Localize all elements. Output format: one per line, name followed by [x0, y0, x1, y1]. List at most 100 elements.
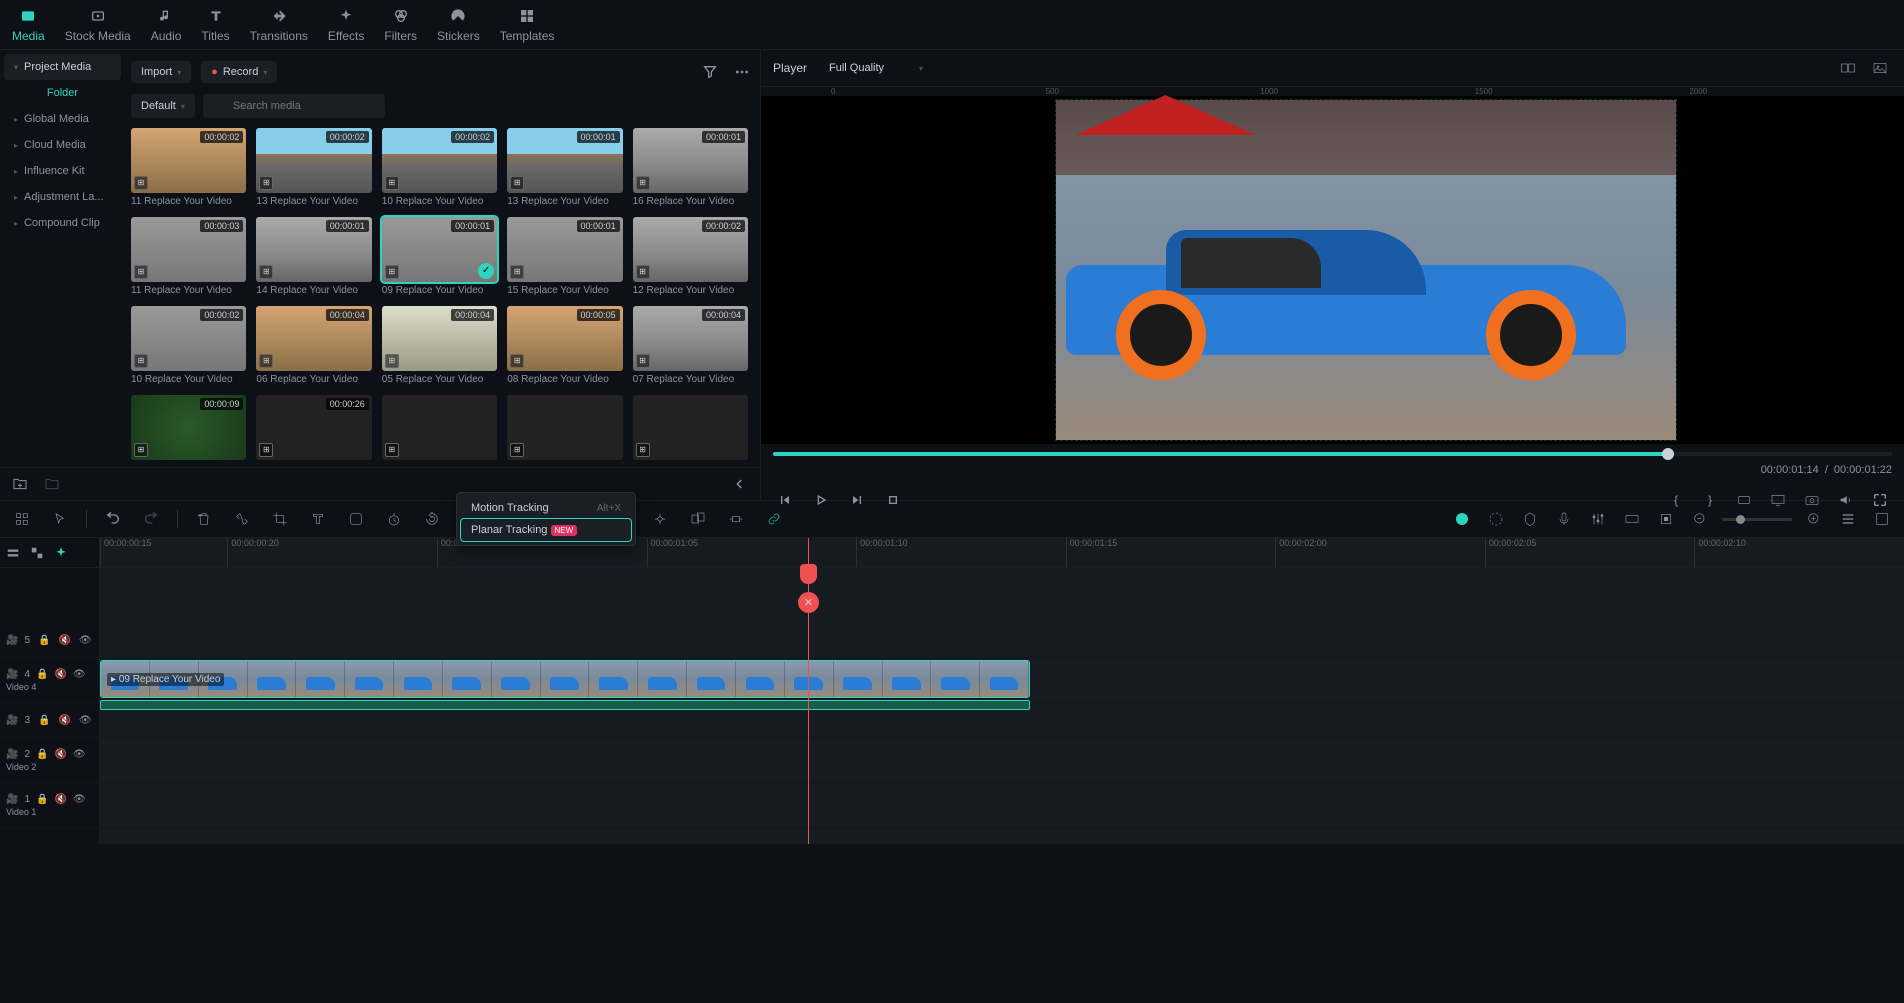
sort-dropdown[interactable]: Default▾ — [131, 94, 195, 118]
sidebar-item-compound-clip[interactable]: ▸Compound Clip — [4, 210, 121, 236]
track-header-3[interactable]: 🎥3🔒🔇👁 — [0, 703, 99, 738]
media-thumbnail[interactable]: ⊞ — [507, 395, 622, 460]
track-header-2[interactable]: 🎥2🔒🔇👁Video 2 — [0, 738, 99, 783]
link-icon[interactable] — [762, 507, 786, 531]
media-item[interactable]: 00:00:02 ⊞ 12 Replace Your Video — [633, 217, 748, 296]
lock-icon[interactable]: 🔒 — [36, 749, 48, 760]
sidebar-item-adjustment-layer[interactable]: ▸Adjustment La... — [4, 184, 121, 210]
media-item[interactable]: 00:00:05 ⊞ 08 Replace Your Video — [507, 306, 622, 385]
player-scrubber[interactable] — [761, 444, 1904, 464]
visibility-icon[interactable]: 👁 — [73, 794, 86, 805]
timeline-ruler[interactable]: 00:00:00:15 00:00:00:20 00:00:01:00 00:0… — [100, 538, 1904, 568]
player-viewport[interactable] — [761, 96, 1904, 444]
track-lane-5[interactable] — [100, 623, 1904, 658]
settings-icon[interactable] — [1870, 507, 1894, 531]
search-input[interactable] — [203, 94, 385, 118]
auto-icon[interactable] — [54, 546, 68, 560]
quality-dropdown[interactable]: Full Quality▾ — [819, 57, 933, 79]
media-thumbnail[interactable]: 00:00:02 ⊞ — [256, 128, 371, 193]
mute-icon[interactable]: 🔇 — [54, 669, 66, 680]
media-thumbnail[interactable]: 00:00:04 ⊞ — [633, 306, 748, 371]
zoom-out-icon[interactable] — [1688, 507, 1712, 531]
sidebar-item-folder[interactable]: Folder — [4, 80, 121, 106]
mixer-icon[interactable] — [1586, 507, 1610, 531]
media-item[interactable]: 00:00:02 ⊞ 10 Replace Your Video — [382, 128, 497, 207]
media-item[interactable]: 00:00:04 ⊞ 07 Replace Your Video — [633, 306, 748, 385]
media-thumbnail[interactable]: 00:00:02 ⊞ — [131, 128, 246, 193]
pointer-icon[interactable] — [48, 507, 72, 531]
slide-icon[interactable] — [724, 507, 748, 531]
mute-icon[interactable]: 🔇 — [54, 749, 66, 760]
track-lane-2[interactable] — [100, 738, 1904, 783]
media-thumbnail[interactable]: 00:00:03 ⊞ — [131, 217, 246, 282]
mic-icon[interactable] — [1552, 507, 1576, 531]
group-icon[interactable] — [686, 507, 710, 531]
import-dropdown[interactable]: Import▾ — [131, 61, 191, 83]
render-icon[interactable] — [1484, 507, 1508, 531]
rotate-icon[interactable] — [420, 507, 444, 531]
visibility-icon[interactable]: 👁 — [79, 635, 92, 646]
undo-icon[interactable] — [101, 507, 125, 531]
playhead-cut-icon[interactable]: ✕ — [798, 592, 819, 613]
media-thumbnail[interactable]: 00:00:01 ⊞ — [507, 217, 622, 282]
tab-titles[interactable]: Titles — [201, 6, 229, 43]
ai-icon[interactable] — [1450, 507, 1474, 531]
compare-icon[interactable] — [1836, 56, 1860, 80]
zoom-slider[interactable] — [1722, 518, 1792, 521]
redo-icon[interactable] — [139, 507, 163, 531]
track-header-4[interactable]: 🎥4🔒🔇👁Video 4 — [0, 658, 99, 703]
visibility-icon[interactable]: 👁 — [73, 669, 86, 680]
playhead-handle[interactable] — [800, 564, 817, 584]
collapse-tracks-icon[interactable] — [6, 546, 20, 560]
tab-media[interactable]: Media — [12, 6, 45, 43]
speed-icon[interactable] — [382, 507, 406, 531]
tab-filters[interactable]: Filters — [384, 6, 417, 43]
media-item[interactable]: 00:00:03 ⊞ 11 Replace Your Video — [131, 217, 246, 296]
filter-icon[interactable] — [698, 60, 722, 84]
tab-audio[interactable]: Audio — [151, 6, 182, 43]
lock-icon[interactable]: 🔒 — [38, 715, 50, 726]
media-thumbnail[interactable]: 00:00:02 ⊞ — [633, 217, 748, 282]
track-header-1[interactable]: 🎥1🔒🔇👁Video 1 — [0, 783, 99, 828]
marker2-icon[interactable] — [1620, 507, 1644, 531]
tab-templates[interactable]: Templates — [500, 6, 555, 43]
tab-transitions[interactable]: Transitions — [250, 6, 308, 43]
media-thumbnail[interactable]: 00:00:05 ⊞ — [507, 306, 622, 371]
tab-stickers[interactable]: Stickers — [437, 6, 480, 43]
media-thumbnail[interactable]: 00:00:01 ⊞ ✓ — [382, 217, 497, 282]
split-icon[interactable] — [230, 507, 254, 531]
media-item[interactable]: ⊞ 01 Replace Your Photo — [382, 395, 497, 461]
media-item[interactable]: 00:00:04 ⊞ 06 Replace Your Video — [256, 306, 371, 385]
delete-icon[interactable] — [192, 507, 216, 531]
list-icon[interactable] — [1836, 507, 1860, 531]
menu-planar-tracking[interactable]: Planar Tracking NEW — [461, 519, 631, 541]
sidebar-item-global-media[interactable]: ▸Global Media — [4, 106, 121, 132]
media-thumbnail[interactable]: 00:00:01 ⊞ — [633, 128, 748, 193]
snap-icon[interactable] — [1654, 507, 1678, 531]
crop-icon[interactable] — [268, 507, 292, 531]
clip-09-replace[interactable]: ▸ 09 Replace Your Video — [100, 660, 1030, 698]
media-thumbnail[interactable]: 00:00:01 ⊞ — [507, 128, 622, 193]
media-item[interactable]: 00:00:04 ⊞ 05 Replace Your Video — [382, 306, 497, 385]
track-header-5[interactable]: 🎥5🔒🔇👁 — [0, 623, 99, 658]
media-item[interactable]: 00:00:01 ⊞ ✓ 09 Replace Your Video — [382, 217, 497, 296]
media-thumbnail[interactable]: 00:00:04 ⊞ — [382, 306, 497, 371]
image-icon[interactable] — [1868, 56, 1892, 80]
text-icon[interactable] — [306, 507, 330, 531]
media-thumbnail[interactable]: 00:00:02 ⊞ — [382, 128, 497, 193]
marker-icon[interactable] — [1518, 507, 1542, 531]
select-tool-icon[interactable] — [10, 507, 34, 531]
media-item[interactable]: 00:00:02 ⊞ 11 Replace Your Video — [131, 128, 246, 207]
tab-effects[interactable]: Effects — [328, 6, 364, 43]
media-item[interactable]: 00:00:26 ⊞ Fay jane dance — [256, 395, 371, 461]
sidebar-item-influence-kit[interactable]: ▸Influence Kit — [4, 158, 121, 184]
media-thumbnail[interactable]: ⊞ — [382, 395, 497, 460]
media-thumbnail[interactable]: 00:00:01 ⊞ — [256, 217, 371, 282]
media-item[interactable]: 00:00:01 ⊞ 15 Replace Your Video — [507, 217, 622, 296]
zoom-in-icon[interactable] — [1802, 507, 1826, 531]
media-item[interactable]: 00:00:02 ⊞ 13 Replace Your Video — [256, 128, 371, 207]
frame-icon[interactable] — [344, 507, 368, 531]
media-item[interactable]: ⊞ 02 Replace Your Photo — [507, 395, 622, 461]
sidebar-item-project-media[interactable]: ▾Project Media — [4, 54, 121, 80]
folder-icon[interactable] — [40, 472, 64, 496]
